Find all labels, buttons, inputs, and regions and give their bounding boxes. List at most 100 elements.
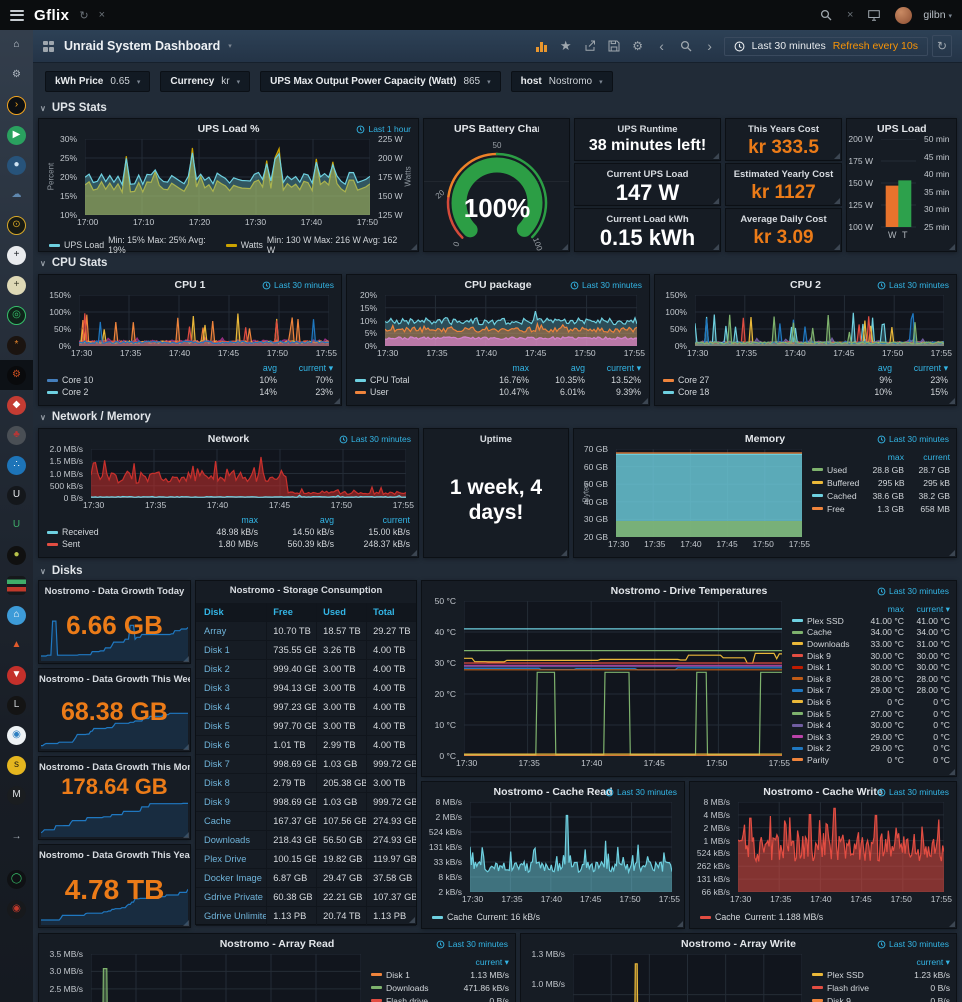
sidebar-item-lazy-icon[interactable]: L	[0, 690, 33, 720]
search-icon[interactable]	[816, 5, 836, 25]
legend-series-toggle[interactable]: Cached	[812, 491, 858, 501]
legend-series-toggle[interactable]: Core 2	[47, 387, 221, 397]
time-range-badge[interactable]: Last 30 minutes	[877, 586, 949, 596]
time-range-badge[interactable]: Last 30 minutes	[570, 280, 642, 290]
panel-title[interactable]: Nostromo - Data Growth This Year	[39, 850, 190, 861]
sidebar-item-unraid-gear-icon[interactable]: ⚙	[0, 360, 33, 390]
legend-series-toggle[interactable]: Downloads	[371, 983, 445, 993]
sidebar-item-home-icon[interactable]: ⌂	[0, 30, 33, 60]
sidebar-item-ubiquiti-icon[interactable]: U	[0, 480, 33, 510]
sidebar-item-plex-dish-icon[interactable]: ●	[0, 540, 33, 570]
chart-canvas[interactable]	[85, 139, 370, 215]
star-icon[interactable]: ★	[556, 36, 576, 56]
table-col-header[interactable]: Free	[266, 603, 316, 621]
menu-icon[interactable]	[10, 10, 24, 21]
legend-series-toggle[interactable]: Disk 3	[792, 732, 858, 742]
close-icon[interactable]: ×	[99, 9, 105, 21]
variable-ups-max-output-power-capacity-watt-[interactable]: UPS Max Output Power Capacity (Watt)865▾	[260, 71, 501, 92]
time-range-picker[interactable]: Last 30 minutes Refresh every 10s	[724, 37, 928, 56]
legend-series-toggle[interactable]: Flash drive	[812, 983, 886, 993]
sidebar-item-gflix-logo-icon[interactable]: ›	[0, 90, 33, 120]
row-toggle-ups-stats[interactable]: ∨UPS Stats	[40, 100, 107, 116]
legend-series-toggle[interactable]: Disk 5	[792, 709, 858, 719]
legend-series-toggle[interactable]: Plex SSD	[792, 616, 858, 626]
dashboard-caret-icon[interactable]: ▾	[228, 42, 232, 50]
legend-col-header[interactable]: current ▾	[445, 957, 509, 968]
sidebar-item-github-icon[interactable]: ◯	[0, 864, 33, 894]
user-menu[interactable]: gilbn ▾	[923, 9, 952, 21]
fullscreen-icon[interactable]: ×	[847, 9, 853, 21]
legend-series-toggle[interactable]: Used	[812, 465, 858, 475]
sidebar-item-app-tan-cross-icon[interactable]: +	[0, 270, 33, 300]
legend-col-header[interactable]: avg	[221, 363, 277, 373]
legend-col-header[interactable]: current ▾	[277, 363, 333, 374]
panel-title[interactable]: Nostromo - Data Growth This Week	[39, 674, 190, 685]
dashboard-title[interactable]: Unraid System Dashboard	[64, 39, 220, 53]
panel-title[interactable]: Estimated Yearly Cost	[726, 169, 841, 180]
sidebar-item-water-drop-icon[interactable]: ◉	[0, 720, 33, 750]
chart-canvas[interactable]	[738, 802, 944, 892]
variable-currency[interactable]: Currencykr▾	[160, 71, 250, 92]
settings-icon[interactable]: ⚙	[628, 36, 648, 56]
time-range-badge[interactable]: Last 30 minutes	[339, 434, 411, 444]
legend-series-toggle[interactable]: Buffered	[812, 478, 859, 488]
sidebar-item-forest-red-icon[interactable]: ♣	[0, 420, 33, 450]
time-range-badge[interactable]: Last 30 minutes	[605, 787, 677, 797]
time-range-badge[interactable]: Last 1 hour	[356, 124, 411, 134]
legend-col-header[interactable]: max	[473, 363, 529, 373]
sidebar-item-app-white-cross-icon[interactable]: +	[0, 240, 33, 270]
row-toggle-network-memory[interactable]: ∨Network / Memory	[40, 409, 151, 425]
legend-col-header[interactable]: current	[904, 452, 950, 462]
sidebar-item-cloud-icon[interactable]: ☁	[0, 180, 33, 210]
legend-series-toggle[interactable]: Disk 6	[792, 697, 858, 707]
sidebar-item-dots-blue-icon[interactable]: ∴	[0, 450, 33, 480]
time-back-icon[interactable]: ‹	[652, 36, 672, 56]
dashboard-picker-icon[interactable]	[43, 41, 54, 52]
legend-series-toggle[interactable]: Disk 7	[792, 685, 858, 695]
sidebar-item-gitlab-icon[interactable]: ▲	[0, 630, 33, 660]
legend-col-header[interactable]: avg	[529, 363, 585, 373]
chart-canvas[interactable]: WT	[881, 139, 916, 241]
panel-title[interactable]: Nostromo - Drive Temperatures	[452, 585, 926, 597]
sidebar-item-octopi-icon[interactable]: ◉	[0, 894, 33, 924]
chart-canvas[interactable]	[470, 802, 672, 892]
legend-series-toggle[interactable]: Cache	[792, 627, 858, 637]
time-range-badge[interactable]: Last 30 minutes	[262, 280, 334, 290]
variable-kwh-price[interactable]: kWh Price0.65▾	[45, 71, 150, 92]
panel-title[interactable]: This Years Cost	[726, 124, 841, 135]
panel-title[interactable]: Nostromo - Array Write	[551, 938, 926, 950]
legend-col-header[interactable]: avg	[836, 363, 892, 373]
legend-col-header[interactable]: current ▾	[585, 363, 641, 374]
sidebar-item-node-orange-icon[interactable]: *	[0, 330, 33, 360]
row-toggle-disks[interactable]: ∨Disks	[40, 563, 83, 579]
chart-canvas[interactable]	[573, 954, 802, 1002]
legend-series-toggle[interactable]: Disk 2	[792, 743, 858, 753]
time-range-badge[interactable]: Last 30 minutes	[436, 939, 508, 949]
panel-title[interactable]: Current UPS Load	[575, 169, 720, 180]
table-col-header[interactable]: Disk	[196, 603, 266, 621]
gauge[interactable]: 02050100100%	[424, 135, 569, 251]
panel-title[interactable]: UPS Load vs Time left	[877, 123, 926, 135]
legend-series-toggle[interactable]: CacheCurrent: 16 kB/s	[432, 912, 540, 922]
legend-series-toggle[interactable]: Flash drive	[371, 996, 445, 1002]
sidebar-item-jacket-icon[interactable]: M	[0, 780, 33, 810]
share-icon[interactable]	[580, 36, 600, 56]
legend-series-toggle[interactable]: WattsMin: 130 W Max: 216 W Avg: 162 W	[226, 235, 408, 255]
legend-col-header[interactable]: current ▾	[892, 363, 948, 374]
legend-col-header[interactable]: max	[182, 515, 258, 525]
time-range-badge[interactable]: Last 30 minutes	[877, 939, 949, 949]
chart-canvas[interactable]	[616, 449, 802, 537]
sidebar-item-home-assistant-icon[interactable]: ⌂	[0, 600, 33, 630]
chart-canvas[interactable]	[695, 295, 944, 346]
legend-series-toggle[interactable]: CPU Total	[355, 375, 473, 385]
refresh-interval-label[interactable]: Refresh every 10s	[833, 40, 918, 52]
refresh-icon[interactable]: ↻	[932, 35, 952, 57]
legend-series-toggle[interactable]: Sent	[47, 539, 182, 549]
legend-series-toggle[interactable]: Disk 8	[792, 674, 858, 684]
legend-col-header[interactable]: current ▾	[904, 604, 950, 615]
chart-canvas[interactable]	[79, 295, 329, 346]
variable-host[interactable]: hostNostromo▾	[511, 71, 613, 92]
sidebar-item-sub-icon[interactable]: s	[0, 750, 33, 780]
panel-title[interactable]: Nostromo - Storage Consumption	[196, 585, 416, 596]
save-icon[interactable]	[604, 36, 624, 56]
